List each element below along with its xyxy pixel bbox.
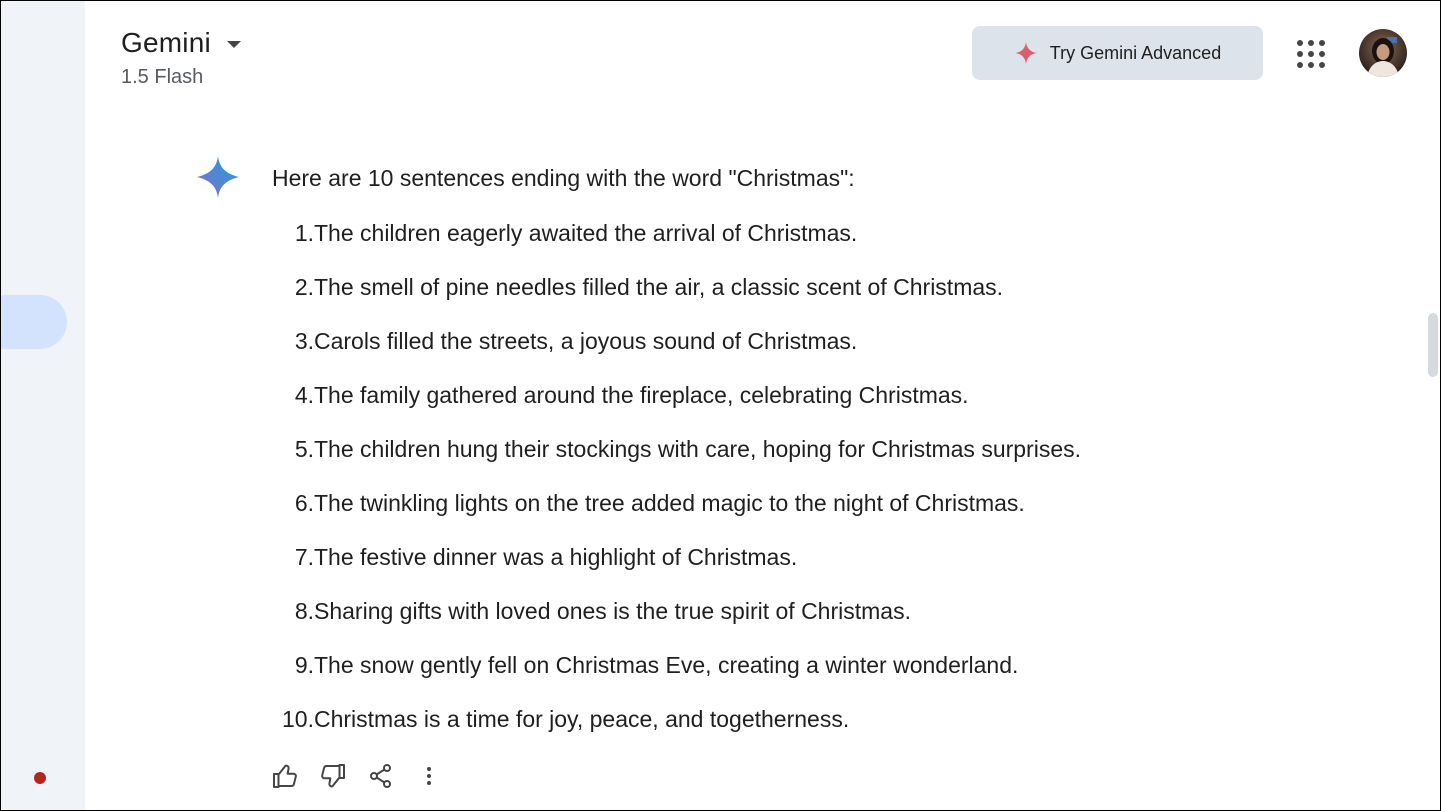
response-list: 1. The children eagerly awaited the arriv…	[263, 219, 1081, 759]
apps-grid-icon[interactable]	[1294, 37, 1328, 71]
thumbs-down-icon[interactable]	[319, 762, 347, 790]
list-item-number: 10.	[282, 706, 314, 732]
list-item-number: 5.	[294, 436, 314, 462]
response-intro: Here are 10 sentences ending with the wo…	[272, 165, 855, 191]
gemini-sparkle-icon	[197, 156, 239, 198]
avatar-image	[1359, 29, 1407, 77]
list-item: 4. The family gathered around the firepla…	[263, 381, 1081, 435]
list-item-text: The twinkling lights on the tree added m…	[314, 490, 1025, 516]
list-item: 3. Carols filled the streets, a joyous so…	[263, 327, 1081, 381]
model-switcher[interactable]: Gemini	[121, 27, 241, 59]
sidebar-active-item[interactable]	[1, 295, 67, 349]
list-item: 2. The smell of pine needles filled the a…	[263, 273, 1081, 327]
try-gemini-advanced-label: Try Gemini Advanced	[1049, 42, 1222, 63]
list-item-text: The smell of pine needles filled the air…	[314, 274, 1004, 300]
list-item-text: The children hung their stockings with c…	[314, 436, 1082, 462]
list-item-text: The children eagerly awaited the arrival…	[314, 220, 858, 246]
list-item: 8. Sharing gifts with loved ones is the t…	[263, 597, 1081, 651]
list-item-text: Sharing gifts with loved ones is the tru…	[314, 598, 911, 624]
list-item: 5. The children hung their stockings with…	[263, 435, 1081, 489]
list-item-text: The family gathered around the fireplace…	[314, 382, 969, 408]
list-item-text: The festive dinner was a highlight of Ch…	[314, 544, 798, 570]
more-vertical-icon[interactable]	[415, 762, 443, 790]
list-item-text: The snow gently fell on Christmas Eve, c…	[314, 652, 1019, 678]
list-item: 9. The snow gently fell on Christmas Eve,…	[263, 651, 1081, 705]
share-icon[interactable]	[367, 762, 395, 790]
list-item-number: 8.	[294, 598, 314, 624]
list-item-number: 2.	[294, 274, 314, 300]
record-indicator	[34, 772, 46, 784]
list-item-number: 6.	[294, 490, 314, 516]
list-item: 7. The festive dinner was a highlight of …	[263, 543, 1081, 597]
thumbs-up-icon[interactable]	[271, 762, 299, 790]
try-gemini-advanced-button[interactable]: Try Gemini Advanced	[972, 26, 1263, 80]
list-item: 6. The twinkling lights on the tree added…	[263, 489, 1081, 543]
list-item-number: 4.	[294, 382, 314, 408]
model-name: 1.5 Flash	[121, 66, 204, 88]
list-item: 1. The children eagerly awaited the arriv…	[263, 219, 1081, 273]
list-item-number: 7.	[294, 544, 314, 570]
sparkle-icon	[1014, 42, 1037, 64]
chevron-down-icon	[226, 40, 241, 48]
gemini-window: Gemini 1.5 Flash Try Gemini Advanced Her…	[0, 0, 1441, 811]
list-item-text: Carols filled the streets, a joyous soun…	[314, 328, 858, 354]
list-item: 10. Christmas is a time for joy, peace, a…	[263, 705, 1081, 759]
scrollbar-thumb[interactable]	[1428, 313, 1438, 377]
avatar[interactable]	[1359, 29, 1407, 77]
list-item-text: Christmas is a time for joy, peace, and …	[314, 706, 850, 732]
list-item-number: 3.	[294, 328, 314, 354]
sidebar	[1, 1, 85, 810]
list-item-number: 9.	[294, 652, 314, 678]
app-name: Gemini	[121, 27, 211, 58]
response-actions	[271, 762, 463, 790]
list-item-number: 1.	[294, 220, 314, 246]
